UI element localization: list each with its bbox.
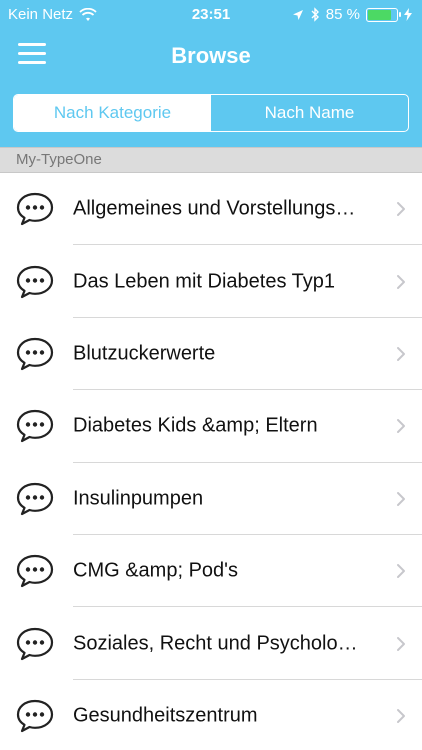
bluetooth-icon [311, 7, 319, 22]
chat-bubble-icon [15, 408, 55, 444]
battery-level-fill [368, 9, 391, 20]
forum-list: Allgemeines und Vorstellungs… Das Leben m… [0, 173, 422, 750]
chat-bubble-icon [15, 264, 55, 300]
battery-icon [366, 7, 401, 22]
list-item-label: Soziales, Recht und Psycholo… [73, 632, 358, 655]
segmented-control: Nach Kategorie Nach Name [13, 94, 409, 132]
section-header: My-TypeOne [0, 147, 422, 173]
list-item-label: Blutzuckerwerte [73, 342, 216, 365]
battery-percent: 85 % [325, 6, 360, 23]
chevron-right-icon [396, 708, 406, 724]
chat-bubble-icon [15, 553, 55, 589]
location-arrow-icon [292, 9, 303, 20]
chevron-right-icon [396, 418, 406, 434]
list-item[interactable]: CMG &amp; Pod's [0, 535, 422, 608]
list-item[interactable]: Gesundheitszentrum [0, 680, 422, 750]
list-item-label: Das Leben mit Diabetes Typ1 [73, 270, 336, 293]
list-item[interactable]: Allgemeines und Vorstellungs… [0, 173, 422, 246]
list-item[interactable]: Diabetes Kids &amp; Eltern [0, 390, 422, 463]
chevron-right-icon [396, 563, 406, 579]
chevron-right-icon [396, 274, 406, 290]
list-item-label: Gesundheitszentrum [73, 704, 258, 727]
chat-bubble-icon [15, 626, 55, 662]
page-title: Browse [171, 43, 251, 68]
chevron-right-icon [396, 346, 406, 362]
segment-nach-name[interactable]: Nach Name [211, 95, 408, 131]
navigation-bar: Browse [0, 30, 422, 84]
status-bar: Kein Netz 23:51 85 % [0, 0, 422, 30]
list-item[interactable]: Insulinpumpen [0, 463, 422, 535]
list-item[interactable]: Blutzuckerwerte [0, 318, 422, 391]
list-item-label: Diabetes Kids &amp; Eltern [73, 414, 318, 437]
chat-bubble-icon [15, 698, 55, 734]
list-item-label: CMG &amp; Pod's [73, 559, 238, 582]
chevron-right-icon [396, 201, 406, 217]
chat-bubble-icon [15, 191, 55, 227]
list-item-label: Allgemeines und Vorstellungs… [73, 197, 356, 220]
segment-nach-kategorie[interactable]: Nach Kategorie [14, 95, 211, 131]
chevron-right-icon [396, 636, 406, 652]
charging-icon [404, 8, 412, 21]
status-right: 85 % [292, 6, 412, 23]
list-item[interactable]: Soziales, Recht und Psycholo… [0, 607, 422, 680]
list-item[interactable]: Das Leben mit Diabetes Typ1 [0, 245, 422, 318]
section-title: My-TypeOne [16, 151, 102, 168]
chat-bubble-icon [15, 336, 55, 372]
list-item-label: Insulinpumpen [73, 487, 204, 510]
chat-bubble-icon [15, 481, 55, 517]
chevron-right-icon [396, 491, 406, 507]
